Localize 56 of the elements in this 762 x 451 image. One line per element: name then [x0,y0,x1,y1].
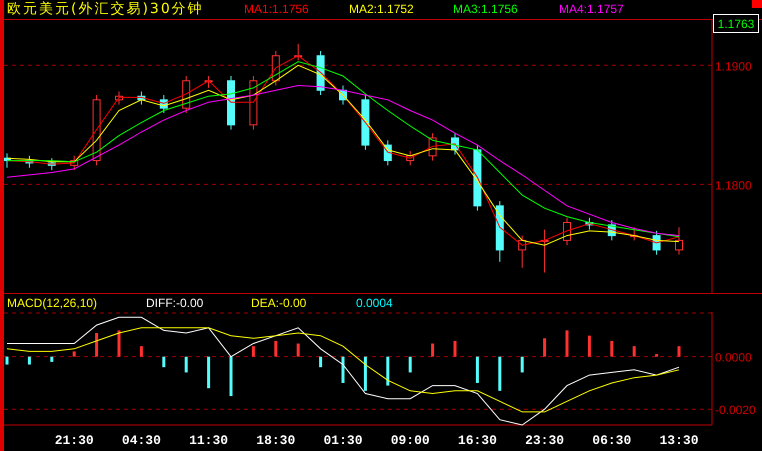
candlestick [249,75,258,130]
chart-title: 欧元美元(外汇交易)30分钟 [7,0,204,18]
indicator-label: 0.0004 [356,296,393,310]
candlestick [137,90,146,106]
candlestick [406,150,414,166]
indicator-label: MACD(12,26,10) [7,296,98,310]
moving-average-label: MA4:1.1757 [559,2,624,16]
time-label: 01:30 [324,433,362,448]
candlestick [496,200,504,262]
candlestick [585,217,594,230]
candlestick [115,90,123,106]
moving-average-label: MA2:1.1752 [349,2,414,16]
moving-average-label: MA1:1.1756 [244,2,309,16]
candlestick [540,229,549,273]
current-price-label: 1.1763 [713,14,759,33]
candlestick [204,75,213,88]
candlestick [294,43,302,61]
candlestick [675,226,683,256]
corner-marker [752,0,762,8]
axis-label: 0.0000 [715,350,752,365]
candlestick [182,75,190,114]
candlestick [160,94,168,114]
candlestick [92,94,101,166]
candlestick [272,50,280,86]
time-label: 16:30 [458,433,497,448]
candlestick [451,132,459,156]
time-label: 18:30 [256,433,296,448]
time-label: 23:30 [525,433,564,448]
time-label: 04:30 [122,433,161,448]
candlestick [70,155,78,171]
candlestick [48,158,56,171]
candlestick [518,235,526,268]
candlestick [339,84,347,106]
candlestick [4,152,11,168]
time-label: 09:00 [390,433,430,448]
candlestick [652,230,661,256]
candlestick [473,144,482,212]
axis-label: 1.1800 [715,178,752,192]
candlestick [316,50,325,96]
axis-label: -0.0020 [715,404,756,418]
time-label: 21:30 [54,433,94,448]
candlestick [361,94,370,150]
time-label: 06:30 [592,433,632,448]
candlestick [227,75,235,130]
candlestick [428,132,437,162]
candlestick [630,226,638,241]
indicator-label: DEA:-0.00 [251,296,306,310]
candlestick [563,217,571,246]
indicator-label: DIFF:-0.00 [146,296,204,310]
axis-label: 1.1900 [715,59,752,74]
moving-average-label: MA3:1.1756 [453,2,518,16]
candlestick [608,220,616,241]
candlestick [25,155,34,168]
time-label: 11:30 [189,433,228,448]
time-label: 13:30 [660,433,698,448]
candlestick [384,140,392,166]
